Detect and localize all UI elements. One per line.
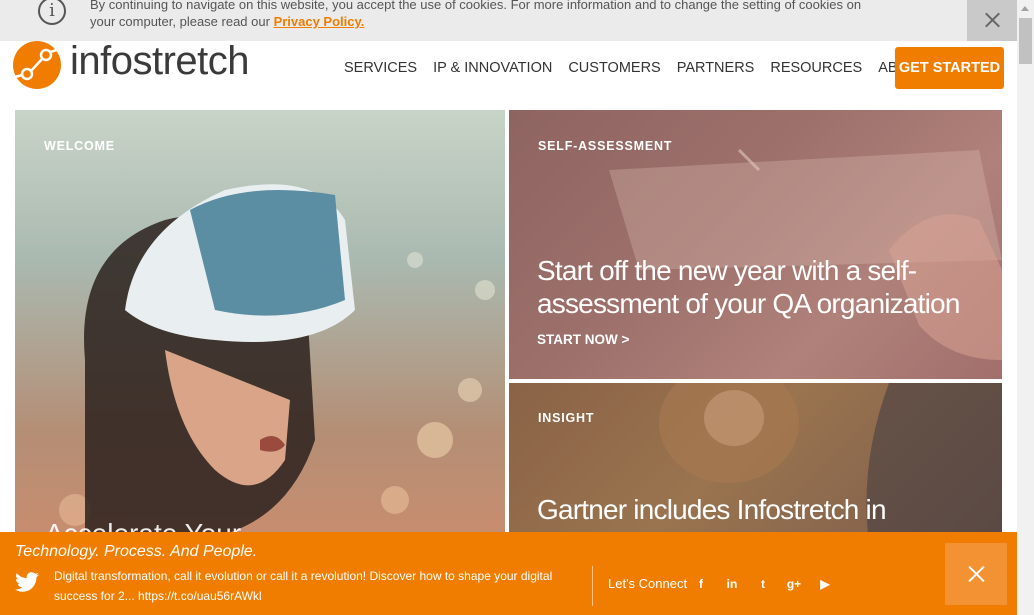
welcome-label: WELCOME xyxy=(44,139,115,153)
cookie-text: By continuing to navigate on this websit… xyxy=(90,0,862,29)
scroll-up-arrow-icon[interactable] xyxy=(1017,0,1034,17)
linkedin-icon[interactable]: in xyxy=(724,576,740,592)
promo-bar: Technology. Process. And People. Digital… xyxy=(0,532,1017,615)
cookie-close-icon[interactable] xyxy=(967,0,1017,41)
self-assessment-title: Start off the new year with a self-asses… xyxy=(537,255,960,319)
latest-tweet[interactable]: Digital transformation, call it evolutio… xyxy=(54,566,574,606)
nav-services[interactable]: SERVICES xyxy=(344,60,417,76)
twitter-bird-icon xyxy=(15,572,39,592)
privacy-policy-link[interactable]: Privacy Policy. xyxy=(274,14,365,29)
nav-customers[interactable]: CUSTOMERS xyxy=(568,60,660,76)
nav-resources[interactable]: RESOURCES xyxy=(770,60,862,76)
divider xyxy=(592,566,593,606)
main-nav: SERVICES IP & INNOVATION CUSTOMERS PARTN… xyxy=(344,60,944,76)
self-assessment-tile[interactable]: SELF-ASSESSMENT Start off the new year w… xyxy=(509,110,1002,379)
self-assessment-label: SELF-ASSESSMENT xyxy=(538,139,673,153)
start-now-link[interactable]: START NOW > xyxy=(537,332,629,347)
nav-partners[interactable]: PARTNERS xyxy=(677,60,755,76)
promo-title: Technology. Process. And People. xyxy=(15,543,258,560)
logo-wordmark: infostretch xyxy=(70,39,250,83)
googleplus-icon[interactable]: g+ xyxy=(786,576,802,592)
insight-title: Gartner includes Infostretch in xyxy=(537,494,887,525)
vertical-scrollbar[interactable] xyxy=(1017,0,1034,615)
cookie-message: By continuing to navigate on this websit… xyxy=(90,0,870,30)
facebook-icon[interactable]: f xyxy=(693,576,709,592)
info-icon: i xyxy=(38,0,66,25)
promo-close-icon[interactable] xyxy=(945,543,1007,605)
insight-label: INSIGHT xyxy=(538,411,595,425)
nav-ip-innovation[interactable]: IP & INNOVATION xyxy=(433,60,552,76)
welcome-tile[interactable]: WELCOME Accelerate Your xyxy=(15,110,505,540)
insight-tile[interactable]: INSIGHT Gartner includes Infostretch in xyxy=(509,383,1002,543)
scroll-thumb[interactable] xyxy=(1019,18,1032,64)
vr-headset-image xyxy=(59,184,495,540)
twitter-icon[interactable]: t xyxy=(755,576,771,592)
logo-mark-icon xyxy=(13,41,61,89)
lets-connect-label: Let's Connect xyxy=(608,576,688,591)
infostretch-logo[interactable]: infostretch xyxy=(12,39,267,90)
get-started-button[interactable]: GET STARTED xyxy=(895,47,1004,89)
youtube-icon[interactable]: ▶ xyxy=(817,576,833,592)
cookie-banner: i By continuing to navigate on this webs… xyxy=(0,0,1017,41)
